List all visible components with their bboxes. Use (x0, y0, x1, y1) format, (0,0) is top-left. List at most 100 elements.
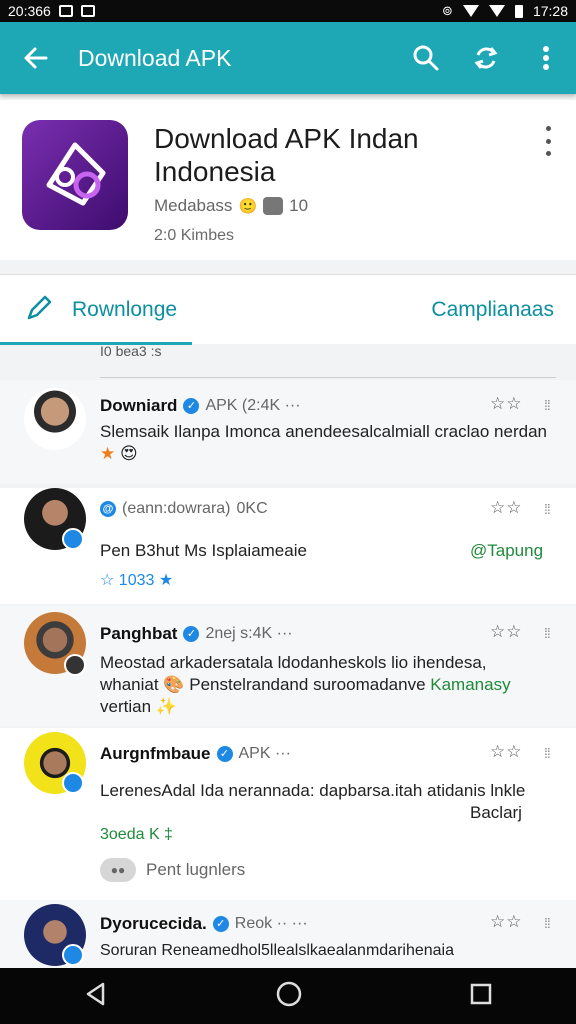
item-text: Meostad arkadersatala ldodanheskols lio … (100, 652, 548, 718)
item-chip[interactable]: ●● Pent lugnlers (100, 858, 245, 882)
item-text-body: Slemsaik Ilanpa Imonca anendeesalcalmial… (100, 422, 547, 441)
tab-bar: Rownlonge Camplianaas (0, 274, 576, 345)
chip-label: Pent lugnlers (146, 860, 246, 879)
app-developer-row: Medabass 🙂 10 (154, 196, 308, 216)
sparkle-emoji-icon: ✨ (155, 697, 177, 716)
drag-handle-icon[interactable]: ⁞⁞ (544, 745, 551, 761)
item-text: Slemsaik Ilanpa Imonca anendeesalcalmial… (100, 421, 548, 465)
tab-primary[interactable]: Rownlonge (0, 275, 192, 345)
badge-icon (64, 654, 86, 676)
app-bar-title: Download APK (78, 44, 232, 71)
item-text-fragment: whaniat (100, 675, 159, 694)
item-header: Aurgnfmbaue ✓ APK ··· (100, 744, 291, 764)
gamepad-icon: ●● (100, 858, 136, 882)
item-meta: 2nej s:4K ··· (205, 625, 293, 642)
verified-icon: ✓ (216, 746, 233, 762)
item-header: @ (eann:dowrara) 0KC (100, 500, 268, 518)
emoji-icon: 🙂 (238, 198, 258, 215)
item-header: Panghbat ✓ 2nej s:4K ··· (100, 624, 293, 644)
location-icon: ⊚ (442, 3, 453, 18)
status-left-text: 20:366 (8, 3, 51, 19)
app-bar: Download APK (0, 22, 576, 94)
item-meta: APK (2:4K ··· (205, 397, 301, 414)
divider (100, 377, 556, 378)
recents-square-icon[interactable] (469, 982, 493, 1011)
star-icon[interactable]: ☆☆ (490, 622, 522, 642)
signal-icon (488, 5, 505, 17)
item-text-fragment: vertian (100, 697, 152, 716)
back-arrow-icon[interactable] (0, 22, 72, 94)
item-meta: APK ··· (238, 745, 291, 762)
verified-badge-icon (62, 528, 84, 550)
star-icon[interactable]: ☆☆ (490, 498, 522, 518)
wifi-icon (462, 5, 479, 17)
home-circle-icon[interactable] (275, 980, 303, 1013)
item-header: Dyorucecida. ✓ Reok ·· ··· (100, 914, 308, 934)
item-footer: ☆ 1033 ★ (100, 572, 174, 589)
star-emoji-icon: ★ (100, 444, 116, 463)
item-author[interactable]: Dyorucecida. (100, 914, 207, 934)
verified-icon: ✓ (183, 626, 200, 642)
item-text-line: Meostad arkadersatala ldodanheskols lio … (100, 653, 487, 672)
app-title: Download APK Indan Indonesia (154, 123, 419, 187)
app-icon[interactable] (22, 120, 128, 230)
app-more-icon[interactable] (538, 126, 558, 156)
face-emoji-icon: 😍 (119, 444, 138, 463)
item-mention-link[interactable]: @Tapung (470, 540, 560, 562)
item-author[interactable]: Panghbat (100, 624, 177, 644)
app-header-card: Download APK Indan Indonesia Medabass 🙂 … (0, 100, 576, 260)
star-icon[interactable]: ☆☆ (490, 394, 522, 414)
list-item[interactable]: Aurgnfmbaue ✓ APK ··· LerenesAdal Ida ne… (0, 728, 576, 900)
drag-handle-icon[interactable]: ⁞⁞ (544, 501, 551, 517)
app-rating-count: 10 (289, 196, 309, 215)
verified-icon: ✓ (212, 916, 229, 932)
tab-secondary[interactable]: Camplianaas (431, 275, 554, 345)
list-item[interactable]: Panghbat ✓ 2nej s:4K ··· Meostad arkader… (0, 606, 576, 726)
emoji-icon: 🎨 (163, 675, 185, 694)
item-text-fragment: Penstelrandand suroomadanve (189, 675, 426, 694)
item-right-text: Baclarj (470, 803, 522, 822)
drag-handle-icon[interactable]: ⁞⁞ (544, 915, 551, 931)
item-mention-link[interactable]: Kamanasy (430, 675, 510, 694)
item-author[interactable]: Aurgnfmbaue (100, 744, 211, 764)
verified-badge-icon (62, 944, 84, 966)
sync-icon[interactable] (456, 22, 516, 94)
list-item[interactable]: Dyorucecida. ✓ Reok ·· ··· Soruran Renea… (0, 900, 576, 968)
item-author[interactable]: Downiard (100, 396, 177, 416)
tab-indicator (0, 342, 192, 345)
item-author[interactable]: (eann:dowrara) (122, 500, 231, 518)
item-text: Soruran Reneamedhol5llealslkaealanmdarih… (100, 942, 455, 959)
tab-primary-label: Rownlonge (72, 298, 178, 321)
section-caption: I0 bea3 :s (100, 343, 162, 359)
star-icon[interactable]: ☆☆ (490, 742, 522, 762)
item-text-line: vertian ✨ (100, 696, 548, 718)
drag-handle-icon[interactable]: ⁞⁞ (544, 397, 551, 413)
item-header: Downiard ✓ APK (2:4K ··· (100, 396, 301, 416)
item-text: LerenesAdal Ida nerannada: dapbarsa.itah… (100, 781, 526, 800)
back-triangle-icon[interactable] (83, 981, 109, 1012)
avatar[interactable] (24, 388, 86, 450)
item-meta: 0KC (236, 500, 268, 517)
status-bar: 20:366 ⊚ 17:28 (0, 0, 576, 22)
search-icon[interactable] (396, 22, 456, 94)
app-size: 2:0 Kimbes (154, 227, 235, 244)
item-meta: Reok ·· ··· (234, 915, 308, 932)
item-footer: 3oeda K ‡ (100, 826, 173, 843)
verified-icon: ✓ (183, 398, 200, 414)
status-time: 17:28 (532, 3, 568, 19)
item-text-line: whaniat 🎨 Penstelrandand suroomadanve Ka… (100, 674, 548, 696)
pencil-icon (24, 293, 54, 328)
battery-icon (514, 4, 523, 18)
verified-badge-icon (62, 772, 84, 794)
more-vert-icon[interactable] (516, 22, 576, 94)
star-icon[interactable]: ☆☆ (490, 912, 522, 932)
image-notification-icon (58, 5, 73, 17)
list-item[interactable]: @ (eann:dowrara) 0KC Pen B3hut Ms Isplai… (0, 488, 576, 604)
briefcase-notification-icon (80, 5, 95, 17)
app-developer[interactable]: Medabass (154, 196, 232, 216)
system-nav-bar (0, 968, 576, 1024)
rating-icon (263, 197, 284, 215)
verified-icon: @ (100, 501, 116, 517)
drag-handle-icon[interactable]: ⁞⁞ (544, 625, 551, 641)
list-item[interactable]: Downiard ✓ APK (2:4K ··· Slemsaik Ilanpa… (0, 380, 576, 484)
